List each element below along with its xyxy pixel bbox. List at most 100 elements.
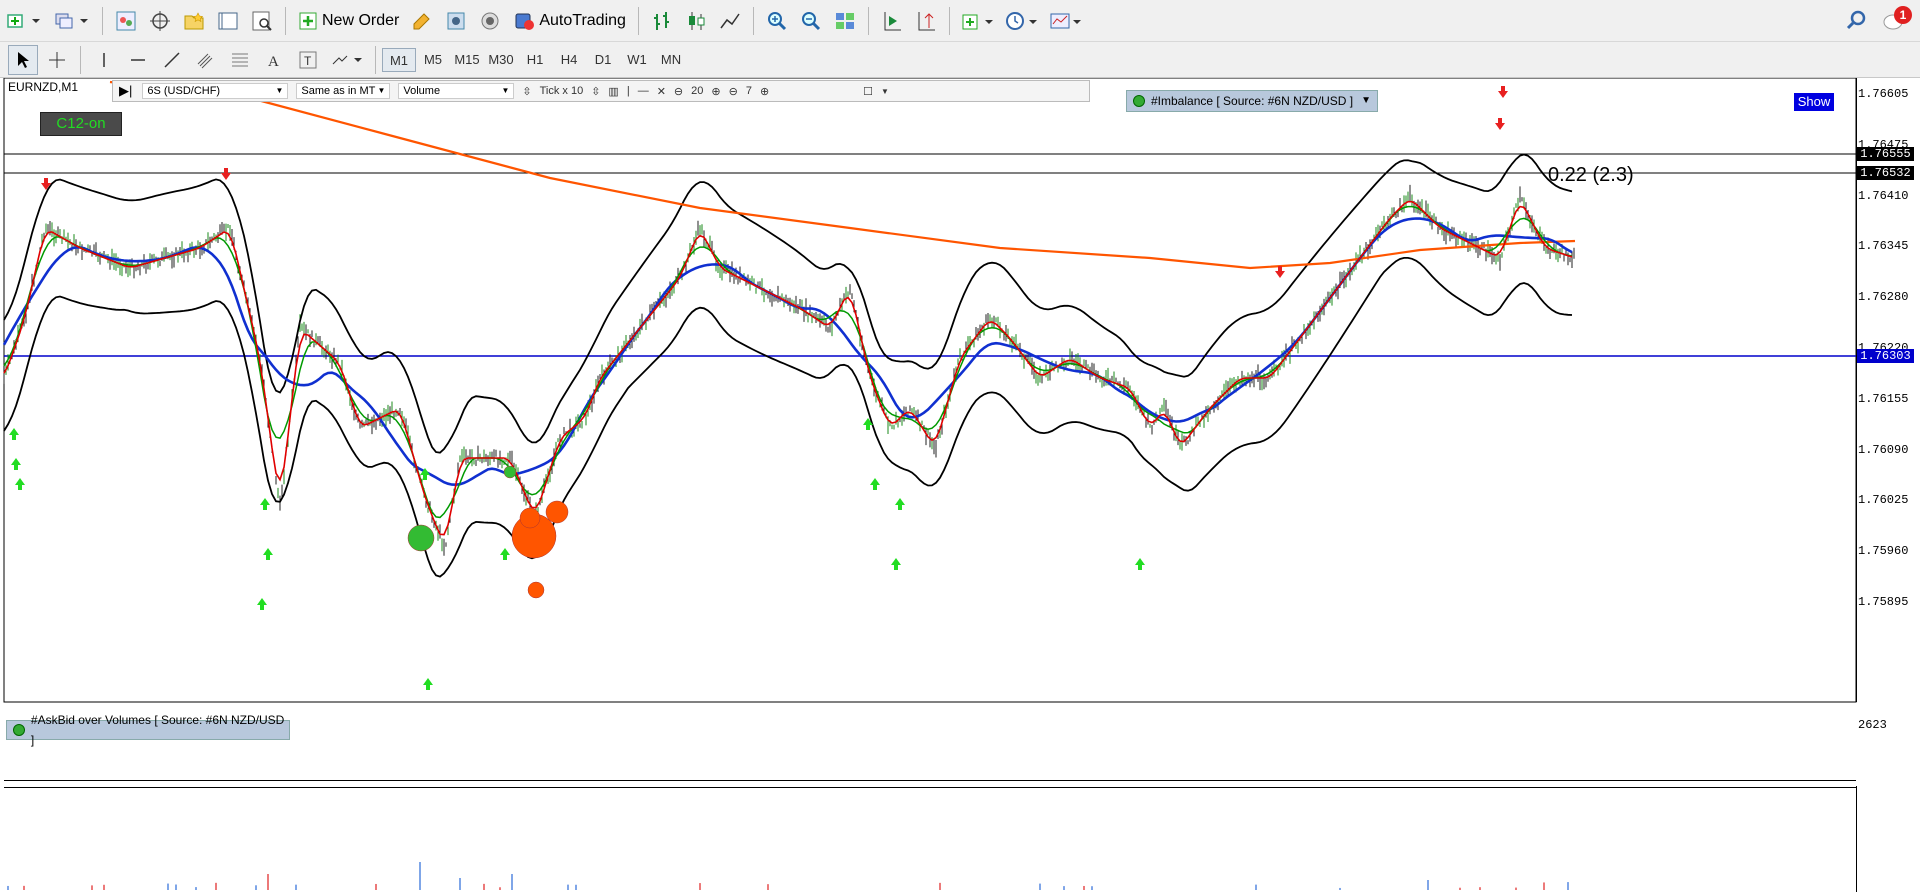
new-order-label: New Order	[322, 11, 400, 29]
profiles-button[interactable]	[50, 6, 94, 36]
show-button[interactable]: Show	[1794, 93, 1834, 111]
zoom-plus-icon[interactable]: ⊕	[711, 85, 720, 98]
price-tick-label: 1.76605	[1858, 87, 1909, 101]
zoom-in-button[interactable]	[762, 6, 792, 36]
tile-windows-button[interactable]	[830, 6, 860, 36]
scale-icon[interactable]: ⇳	[591, 85, 600, 98]
notifications-button[interactable]: 1	[1882, 6, 1912, 34]
price-chart[interactable]	[0, 78, 1920, 892]
vertical-line-tool[interactable]	[89, 45, 119, 75]
new-order-button[interactable]: New Order	[294, 6, 403, 36]
timeframe-mn[interactable]: MN	[654, 48, 688, 72]
depth-value: 7	[745, 85, 752, 97]
arrows-tool[interactable]	[327, 45, 367, 75]
dropdown-arrow-icon[interactable]: ▼	[1361, 90, 1371, 112]
templates-button[interactable]	[1046, 6, 1086, 36]
data-window-button[interactable]	[145, 6, 175, 36]
auto-scroll-button[interactable]	[877, 6, 907, 36]
collapse-icon[interactable]: ⊖	[729, 85, 738, 98]
current-price-box: 1.76532	[1857, 166, 1914, 180]
instrument-select[interactable]: 6S (USD/CHF) ▼	[142, 83, 289, 99]
mode-value: Same as in MT	[301, 85, 376, 97]
arrow-cursor-icon	[18, 51, 29, 68]
timeframe-m15[interactable]: M15	[450, 48, 484, 72]
autotrading-button[interactable]: AutoTrading	[509, 6, 630, 36]
price-tick-label: 1.76345	[1858, 239, 1909, 254]
dropdown-arrow-icon[interactable]: ▼	[881, 87, 889, 96]
zoom-out-button[interactable]	[796, 6, 826, 36]
separator	[375, 45, 376, 74]
indicator-status-icon	[1133, 95, 1145, 107]
terminal-button[interactable]	[213, 6, 243, 36]
clock-icon	[1005, 11, 1037, 30]
timeframe-m5[interactable]: M5	[416, 48, 450, 72]
chart-window[interactable]	[0, 78, 1920, 892]
trendline-tool[interactable]	[157, 45, 187, 75]
timeframe-w1[interactable]: W1	[620, 48, 654, 72]
zoom-value: 20	[691, 85, 704, 97]
fibonacci-tool[interactable]	[225, 45, 255, 75]
c12-status-badge[interactable]: C12-on	[40, 112, 122, 136]
zoom-in-icon	[767, 11, 786, 30]
minimize-icon[interactable]: —	[638, 85, 649, 97]
play-icon[interactable]: ▶|	[119, 83, 132, 99]
timeframe-d1[interactable]: D1	[586, 48, 620, 72]
metaeditor-button[interactable]	[407, 6, 437, 36]
price-tick-label: 1.76090	[1858, 442, 1909, 457]
zoom-minus-icon[interactable]: ⊖	[674, 85, 683, 98]
text-tool[interactable]: A	[259, 45, 289, 75]
expand-icon[interactable]: ⊕	[760, 85, 769, 98]
chart-symbol-label: EURNZD,M1	[8, 80, 79, 94]
imbalance-bubble	[503, 465, 517, 479]
timeframe-h4[interactable]: H4	[552, 48, 586, 72]
equidistant-channel-tool[interactable]	[191, 45, 221, 75]
navigator-button[interactable]	[179, 6, 209, 36]
periods-button[interactable]	[1002, 6, 1042, 36]
indicators-button[interactable]	[958, 6, 998, 36]
svg-text:A: A	[268, 54, 279, 70]
market-button[interactable]	[475, 6, 505, 36]
volume-bars	[7, 862, 1569, 890]
pane-divider[interactable]	[4, 780, 1856, 788]
tester-button[interactable]	[247, 6, 277, 36]
indicators-icon	[962, 14, 993, 29]
line-chart-button[interactable]	[715, 6, 745, 36]
separator	[867, 6, 869, 35]
price-tick-label: 1.76410	[1858, 188, 1909, 203]
crosshair-tool[interactable]	[42, 45, 72, 75]
bar-chart-button[interactable]	[647, 6, 677, 36]
crosshair-target-icon	[150, 10, 170, 31]
timeframe-m30[interactable]: M30	[484, 48, 518, 72]
indicator-select[interactable]: Volume ▼	[398, 83, 515, 99]
tick-scale-icon[interactable]: ⇳	[522, 85, 531, 98]
signals-button[interactable]	[441, 6, 471, 36]
timeframe-h1[interactable]: H1	[518, 48, 552, 72]
terminal-icon	[218, 12, 238, 29]
text-label-tool[interactable]: T	[293, 45, 323, 75]
timeframe-bar: M1 M5 M15 M30 H1 H4 D1 W1 MN	[382, 47, 688, 72]
autotrading-icon	[515, 13, 535, 30]
market-watch-button[interactable]	[111, 6, 141, 36]
separator	[637, 6, 639, 35]
arrows-icon	[332, 55, 362, 64]
timeframe-m1[interactable]: M1	[382, 47, 416, 72]
columns-icon[interactable]: ▥	[608, 85, 618, 98]
imbalance-indicator-label[interactable]: #Imbalance [ Source: #6N NZD/USD ] ▼	[1126, 90, 1378, 112]
search-icon[interactable]	[1846, 9, 1868, 31]
imbalance-bubble	[519, 507, 541, 529]
chart-shift-icon	[918, 11, 935, 30]
mode-select[interactable]: Same as in MT ▼	[296, 83, 391, 99]
candlestick-button[interactable]	[681, 6, 711, 36]
instrument-value: 6S (USD/CHF)	[147, 85, 221, 97]
window-icon[interactable]: ☐	[863, 85, 873, 98]
indicator-status-icon	[13, 724, 25, 736]
chart-shift-button[interactable]	[911, 6, 941, 36]
cursor-tool[interactable]	[8, 44, 38, 75]
horizontal-line-tool[interactable]	[123, 45, 153, 75]
new-chart-button[interactable]	[2, 6, 46, 36]
close-icon[interactable]: ✕	[657, 85, 666, 98]
vertical-line-icon	[103, 52, 105, 67]
askbid-indicator-label[interactable]: #AskBid over Volumes [ Source: #6N NZD/U…	[6, 713, 290, 747]
crosshair-icon	[49, 51, 65, 68]
current-price-box: 1.76555	[1857, 147, 1914, 161]
